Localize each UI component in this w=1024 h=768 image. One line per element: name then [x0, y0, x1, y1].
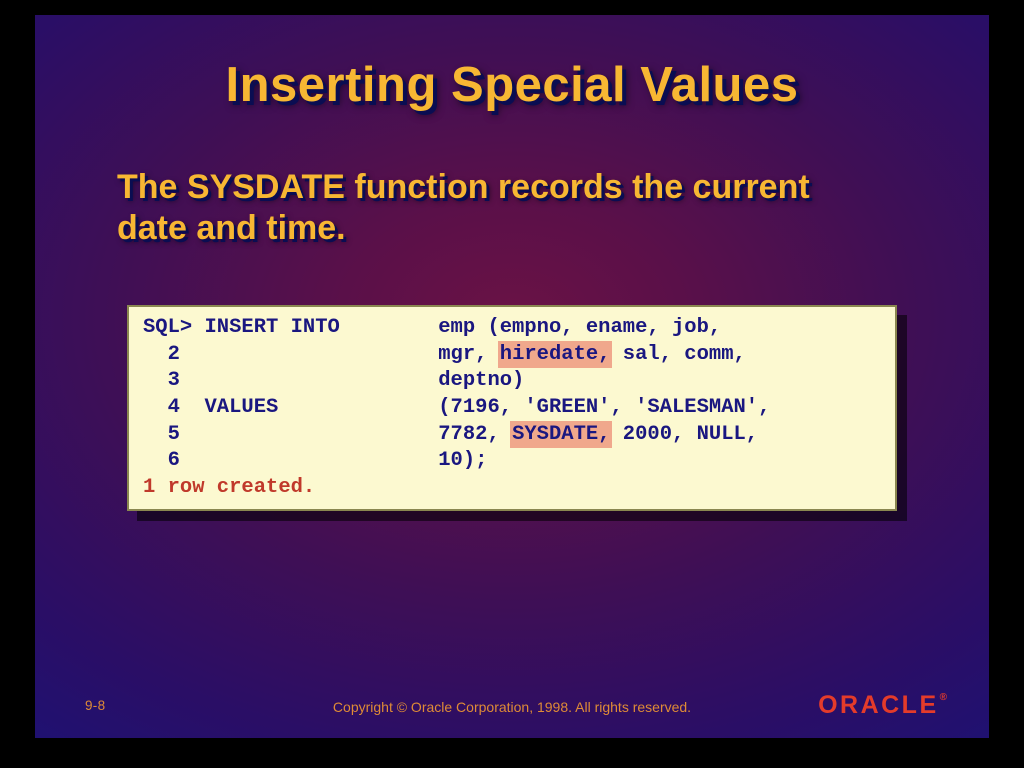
code-highlight-hiredate: hiredate,: [498, 341, 613, 368]
slide-stage: Inserting Special Values The SYSDATE fun…: [0, 0, 1024, 768]
code-line-6: 6 10);: [143, 449, 487, 472]
code-example-container: SQL> INSERT INTO emp (empno, ename, job,…: [127, 305, 897, 511]
code-line-5-b: 2000, NULL,: [610, 423, 758, 446]
code-highlight-sysdate: SYSDATE,: [510, 421, 612, 448]
code-line-2-a: 2 mgr,: [143, 343, 500, 366]
code-line-5-a: 5 7782,: [143, 423, 512, 446]
slide-body: Inserting Special Values The SYSDATE fun…: [35, 15, 989, 738]
slide-title: Inserting Special Values: [35, 57, 989, 113]
code-line-4: 4 VALUES (7196, 'GREEN', 'SALESMAN',: [143, 396, 770, 419]
code-line-1: SQL> INSERT INTO emp (empno, ename, job,: [143, 316, 734, 339]
oracle-logo-text: ORACLE: [818, 691, 939, 719]
code-line-3: 3 deptno): [143, 369, 524, 392]
code-line-2-b: sal, comm,: [610, 343, 758, 366]
oracle-logo: ORACLE®: [818, 691, 947, 720]
code-box: SQL> INSERT INTO emp (empno, ename, job,…: [127, 305, 897, 511]
slide-subtitle: The SYSDATE function records the current…: [117, 167, 889, 250]
registered-trademark-icon: ®: [940, 692, 947, 703]
code-result: 1 row created.: [143, 476, 315, 499]
